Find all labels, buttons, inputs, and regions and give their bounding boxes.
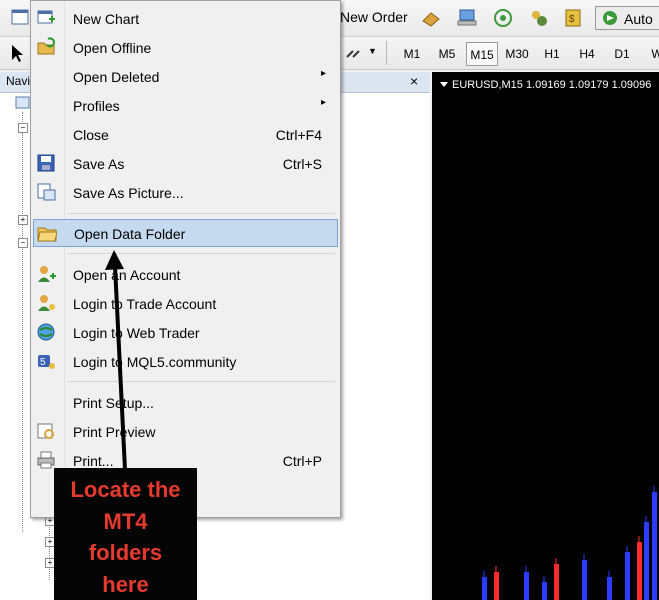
- annotation-callout: Locate the MT4 folders here: [54, 468, 197, 600]
- annotation-line: here: [102, 571, 149, 597]
- annotation-line: Locate the: [70, 477, 181, 502]
- annotation-line: folders: [88, 540, 163, 565]
- arrow-head-icon: [105, 250, 124, 270]
- annotation-text: Locate the MT4 folders here: [54, 474, 197, 600]
- annotation-line: MT4: [103, 508, 148, 534]
